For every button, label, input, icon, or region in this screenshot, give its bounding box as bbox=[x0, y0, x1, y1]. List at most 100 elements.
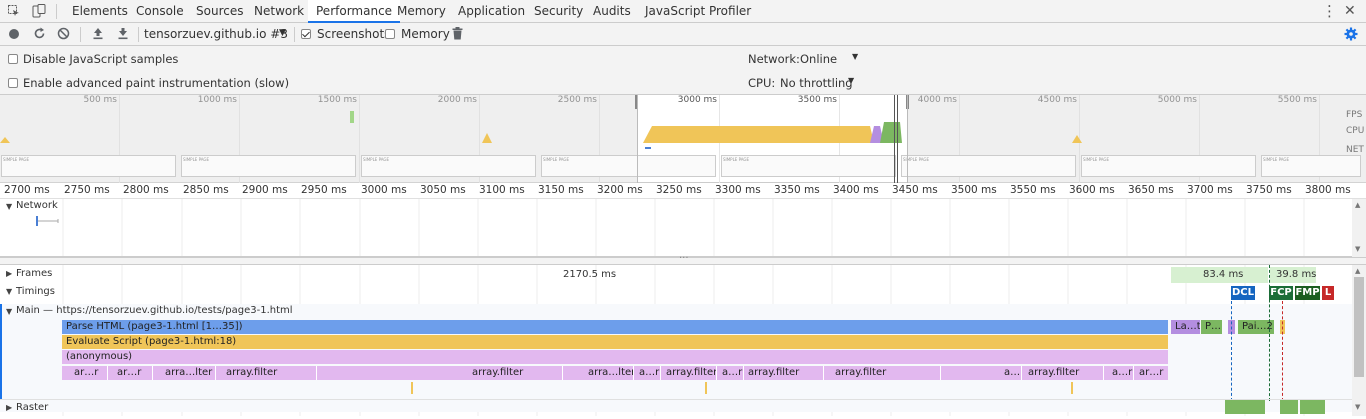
settings-gear-icon[interactable] bbox=[1344, 27, 1358, 44]
main-track-label[interactable]: Main — https://tensorzuev.github.io/test… bbox=[16, 305, 293, 316]
tab-network[interactable]: Network bbox=[254, 0, 304, 23]
js-function-bar[interactable]: ar…r bbox=[70, 366, 108, 380]
tab-audits[interactable]: Audits bbox=[593, 0, 631, 23]
network-dropdown-icon[interactable]: ▼ bbox=[852, 52, 858, 61]
frame-duration[interactable]: 39.8 ms bbox=[1276, 269, 1316, 280]
cpu-dropdown-icon[interactable]: ▼ bbox=[848, 76, 854, 85]
frame-duration[interactable]: 2170.5 ms bbox=[563, 269, 616, 280]
trash-icon[interactable] bbox=[452, 27, 463, 43]
expand-triangle-icon[interactable]: ▼ bbox=[6, 307, 12, 316]
clear-icon[interactable] bbox=[57, 27, 70, 43]
screenshot-thumbnail[interactable]: SIMPLE PAGE bbox=[721, 155, 896, 177]
tab-console[interactable]: Console bbox=[136, 0, 184, 23]
ruler-tick: 2850 ms bbox=[183, 184, 229, 196]
js-function-bar[interactable]: ar…r bbox=[113, 366, 153, 380]
js-function-bar[interactable]: array.filter bbox=[222, 366, 317, 380]
advanced-paint-checkbox[interactable] bbox=[8, 78, 18, 88]
inspect-element-icon[interactable] bbox=[8, 5, 20, 17]
timeline-overview[interactable]: 500 ms 1000 ms 1500 ms 2000 ms 2500 ms 3… bbox=[0, 95, 1366, 183]
screenshot-thumbnail[interactable]: SIMPLE PAGE bbox=[1081, 155, 1256, 177]
capture-settings-pane: Disable JavaScript samples Enable advanc… bbox=[0, 46, 1366, 95]
gc-tick[interactable] bbox=[411, 382, 413, 394]
reload-record-icon[interactable] bbox=[33, 27, 46, 43]
collapse-triangle-icon[interactable]: ▶ bbox=[6, 269, 12, 278]
network-scrollbar[interactable]: ▲ ▼ bbox=[1352, 199, 1366, 257]
tab-elements[interactable]: Elements bbox=[72, 0, 128, 23]
cpu-throttle-select[interactable]: No throttling bbox=[780, 76, 853, 90]
close-icon[interactable]: ✕ bbox=[1344, 3, 1356, 19]
ruler-tick: 3700 ms bbox=[1187, 184, 1233, 196]
raster-block[interactable] bbox=[1280, 400, 1298, 414]
anonymous-function-bar[interactable]: (anonymous) bbox=[62, 350, 1168, 364]
raster-block[interactable] bbox=[1300, 400, 1325, 414]
upload-icon[interactable] bbox=[92, 27, 104, 43]
frame-duration[interactable]: 83.4 ms bbox=[1203, 269, 1243, 280]
screenshot-thumbnail[interactable]: SIMPLE PAGE bbox=[541, 155, 716, 177]
js-function-bar[interactable]: a…r bbox=[1108, 366, 1134, 380]
memory-checkbox[interactable] bbox=[385, 29, 395, 39]
raster-block[interactable] bbox=[1225, 400, 1265, 414]
network-request-bar[interactable] bbox=[36, 215, 60, 226]
fmp-marker[interactable]: FMP bbox=[1295, 286, 1320, 300]
js-function-bar[interactable]: array.filter bbox=[831, 366, 941, 380]
network-track-label[interactable]: Network bbox=[16, 200, 58, 211]
flame-scrollbar[interactable]: ▲ ▼ bbox=[1352, 265, 1366, 416]
tab-security[interactable]: Security bbox=[534, 0, 583, 23]
profile-select[interactable]: tensorzuev.github.io #3 bbox=[144, 23, 288, 46]
tab-sources[interactable]: Sources bbox=[196, 0, 243, 23]
dropdown-arrow-icon[interactable]: ▼ bbox=[279, 28, 286, 38]
js-function-bar[interactable]: ar…r bbox=[1135, 366, 1167, 380]
frames-track-label[interactable]: Frames bbox=[16, 268, 52, 279]
evaluate-script-bar[interactable]: Evaluate Script (page3-1.html:18) bbox=[62, 335, 1168, 349]
playhead-line bbox=[897, 95, 898, 183]
screenshot-thumbnail[interactable]: SIMPLE PAGE bbox=[1, 155, 176, 177]
js-function-bar[interactable]: arra…lter bbox=[161, 366, 216, 380]
tab-memory[interactable]: Memory bbox=[397, 0, 446, 23]
screenshots-checkbox[interactable] bbox=[301, 29, 311, 39]
js-function-bar[interactable]: array.filter bbox=[662, 366, 717, 380]
separator bbox=[294, 27, 295, 42]
expand-triangle-icon[interactable]: ▼ bbox=[6, 287, 12, 296]
js-function-bar[interactable]: array.filter bbox=[1024, 366, 1104, 380]
screenshot-thumbnail[interactable]: SIMPLE PAGE bbox=[361, 155, 536, 177]
js-function-bar[interactable]: array.filter bbox=[468, 366, 563, 380]
timings-track-label[interactable]: Timings bbox=[16, 286, 55, 297]
js-function-bar[interactable]: array.filter bbox=[744, 366, 824, 380]
ruler-tick: 3100 ms bbox=[479, 184, 525, 196]
parse-html-bar[interactable]: Parse HTML (page3-1.html [1…35]) bbox=[62, 320, 1168, 334]
record-icon[interactable] bbox=[9, 29, 19, 39]
js-function-bar[interactable]: a… bbox=[1000, 366, 1022, 380]
load-marker[interactable]: L bbox=[1322, 286, 1334, 300]
download-icon[interactable] bbox=[117, 27, 129, 43]
paint-bar[interactable]: P… bbox=[1201, 320, 1222, 334]
disable-js-samples-checkbox[interactable] bbox=[8, 54, 18, 64]
tab-javascript-profiler[interactable]: JavaScript Profiler bbox=[645, 0, 751, 23]
raster-track-label[interactable]: Raster bbox=[16, 402, 48, 413]
gc-tick[interactable] bbox=[705, 382, 707, 394]
flame-chart[interactable]: ▶ Frames 2170.5 ms 83.4 ms 39.8 ms ▼ Tim… bbox=[0, 265, 1366, 416]
device-toolbar-icon[interactable] bbox=[32, 4, 46, 18]
panel-splitter[interactable]: ··· bbox=[0, 253, 1366, 265]
collapse-triangle-icon[interactable]: ▶ bbox=[6, 403, 12, 412]
fcp-line bbox=[1269, 265, 1270, 401]
fcp-marker[interactable]: FCP bbox=[1269, 286, 1293, 300]
dcl-marker[interactable]: DCL bbox=[1231, 286, 1255, 300]
gc-tick[interactable] bbox=[1071, 382, 1073, 394]
screenshot-thumbnail[interactable]: SIMPLE PAGE bbox=[901, 155, 1076, 177]
screenshot-thumbnail[interactable]: SIMPLE PAGE bbox=[181, 155, 356, 177]
ruler-tick: 3000 ms bbox=[361, 184, 407, 196]
screenshot-thumbnail[interactable]: SIMPLE PAGE bbox=[1261, 155, 1361, 177]
playhead-line bbox=[894, 95, 895, 183]
layout-bar[interactable]: La…t bbox=[1171, 320, 1200, 334]
separator bbox=[56, 4, 57, 19]
tab-application[interactable]: Application bbox=[458, 0, 525, 23]
expand-triangle-icon[interactable]: ▼ bbox=[6, 202, 12, 211]
js-function-bar[interactable]: a…r bbox=[718, 366, 744, 380]
js-function-bar[interactable]: a…r bbox=[635, 366, 661, 380]
more-options-icon[interactable]: ⋮ bbox=[1322, 2, 1337, 20]
network-track: ▼ Network bbox=[0, 199, 1366, 257]
js-function-bar[interactable]: arra…lter bbox=[584, 366, 634, 380]
ruler-tick: 2750 ms bbox=[64, 184, 110, 196]
network-throttle-select[interactable]: Online bbox=[800, 52, 837, 66]
tab-performance[interactable]: Performance bbox=[308, 0, 401, 23]
